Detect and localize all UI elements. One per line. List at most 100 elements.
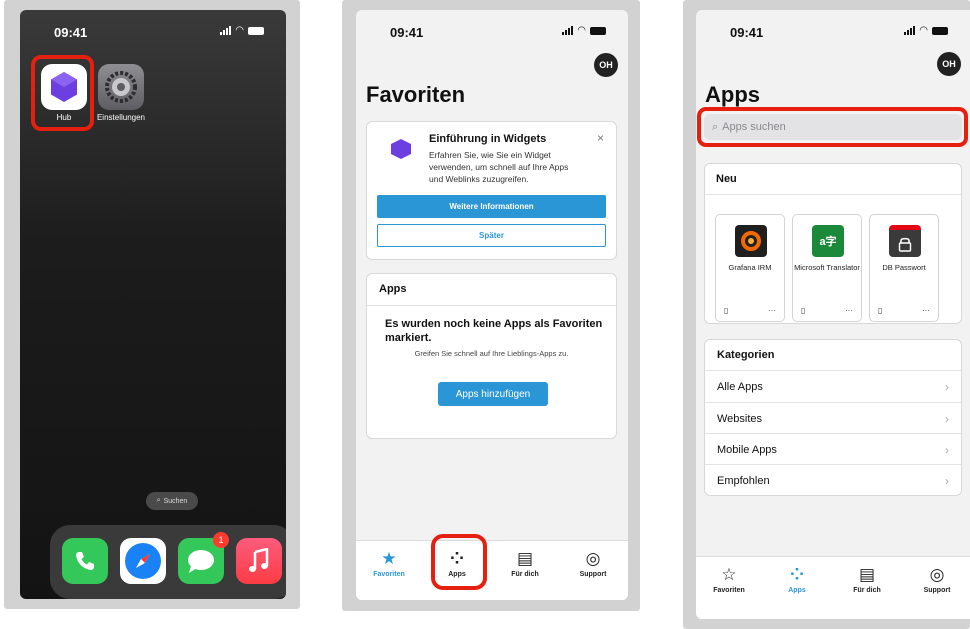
- phone-device-icon: ▯: [878, 306, 883, 315]
- tab-fuer-dich-label: Für dich: [511, 571, 539, 578]
- categories-card: Kategorien Alle Apps › Websites › Mobile A…: [704, 339, 962, 496]
- battery-icon: [248, 26, 264, 35]
- apps-screen: 09:41 ◠ OH Apps ⌕ Apps suchen Neu Grafan…: [696, 10, 970, 619]
- status-icons: ◠: [562, 25, 606, 36]
- tab-fuer-dich-label: Für dich: [853, 587, 881, 594]
- apps-card-header: Apps: [379, 283, 407, 295]
- signal-icon: [904, 26, 916, 35]
- status-bar: 09:41 ◠: [696, 10, 970, 44]
- tab-apps-label: Apps: [788, 587, 806, 594]
- tab-bar: ☆ Favoriten ⁘ Apps ▤ Für dich ◎ Support: [696, 556, 970, 619]
- lifebuoy-icon: ◎: [585, 549, 601, 568]
- wifi-icon: ◠: [577, 25, 586, 36]
- category-empfohlen[interactable]: Empfohlen ›: [705, 464, 961, 496]
- avatar[interactable]: OH: [937, 52, 961, 76]
- tab-favoriten[interactable]: ☆ Favoriten: [699, 565, 759, 594]
- category-label: Empfohlen: [717, 474, 770, 487]
- battery-icon: [590, 26, 606, 35]
- category-label: Alle Apps: [717, 380, 763, 393]
- music-note-icon: [249, 548, 269, 572]
- lock-icon: [889, 225, 921, 257]
- more-icon[interactable]: ···: [922, 306, 930, 315]
- app-card-label: Grafana IRM: [728, 263, 772, 272]
- category-websites[interactable]: Websites ›: [705, 402, 961, 434]
- tab-apps[interactable]: ⁘ Apps: [767, 565, 827, 594]
- status-time: 09:41: [54, 25, 88, 40]
- compass-icon: [125, 543, 161, 579]
- tab-fuer-dich[interactable]: ▤ Für dich: [837, 565, 897, 594]
- wifi-icon: ◠: [235, 25, 244, 36]
- settings-app-icon[interactable]: [98, 64, 144, 110]
- status-time: 09:41: [730, 25, 764, 40]
- add-apps-button[interactable]: Apps hinzufügen: [438, 382, 548, 406]
- music-app[interactable]: [236, 538, 282, 584]
- translator-icon: a字: [812, 225, 844, 257]
- tab-favoriten-label: Favoriten: [373, 571, 405, 578]
- tab-favoriten-label: Favoriten: [713, 587, 745, 594]
- messages-app[interactable]: 1: [178, 532, 229, 584]
- empty-state-body: Greifen Sie schnell auf Ihre Lieblings-A…: [414, 349, 569, 358]
- battery-icon: [932, 26, 948, 35]
- news-icon: ▤: [516, 549, 534, 568]
- tab-fuer-dich[interactable]: ▤ Für dich: [495, 549, 555, 578]
- tab-support-label: Support: [579, 571, 607, 578]
- widget-card-body: Erfahren Sie, wie Sie ein Widget verwend…: [429, 150, 569, 184]
- settings-app-label: Einstellungen: [96, 113, 146, 122]
- widget-card-title: Einführung in Widgets: [429, 133, 547, 145]
- chat-bubble-icon: [188, 550, 214, 573]
- more-icon[interactable]: ···: [768, 306, 776, 315]
- category-label: Websites: [717, 412, 763, 425]
- hub-hexagon-icon: [391, 139, 411, 159]
- category-label: Mobile Apps: [717, 443, 777, 456]
- category-alle-apps[interactable]: Alle Apps ›: [705, 370, 961, 402]
- signal-icon: [562, 26, 574, 35]
- grid-icon: ⁘: [789, 565, 805, 584]
- phone-app[interactable]: [62, 538, 108, 584]
- more-info-button[interactable]: Weitere Informationen: [377, 195, 606, 218]
- chevron-right-icon: ›: [945, 442, 949, 457]
- widget-intro-card: Einführung in Widgets × Erfahren Sie, wi…: [366, 121, 617, 260]
- phone-device-icon: ▯: [724, 306, 729, 315]
- signal-icon: [220, 26, 232, 35]
- chevron-right-icon: ›: [945, 411, 949, 426]
- chevron-right-icon: ›: [945, 473, 949, 488]
- star-icon: ★: [381, 549, 397, 568]
- magnifier-icon: ⌕: [156, 497, 161, 504]
- wifi-icon: ◠: [919, 25, 928, 36]
- grafana-icon: [735, 225, 767, 257]
- apps-favorites-card: Apps Es wurden noch keine Apps als Favor…: [366, 273, 617, 439]
- status-bar: 09:41 ◠: [356, 10, 628, 44]
- app-card-translator[interactable]: a字 Microsoft Translator ▯ ···: [792, 214, 862, 322]
- tab-favoriten[interactable]: ★ Favoriten: [359, 549, 419, 578]
- status-bar: 09:41 ◠: [20, 10, 286, 44]
- category-mobile-apps[interactable]: Mobile Apps ›: [705, 433, 961, 465]
- app-card-db-passwort[interactable]: DB Passwort ▯ ···: [869, 214, 939, 322]
- status-icons: ◠: [220, 25, 264, 36]
- status-icons: ◠: [904, 25, 948, 36]
- chevron-right-icon: ›: [945, 379, 949, 394]
- star-outline-icon: ☆: [721, 565, 737, 584]
- later-button[interactable]: Später: [377, 224, 606, 247]
- safari-app[interactable]: [120, 538, 166, 584]
- favorites-screen: 09:41 ◠ OH Favoriten Einführung in Widge…: [356, 10, 628, 600]
- categories-header: Kategorien: [717, 349, 775, 361]
- tab-support[interactable]: ◎ Support: [563, 549, 623, 578]
- page-title: Favoriten: [366, 82, 466, 107]
- tab-support[interactable]: ◎ Support: [907, 565, 967, 594]
- phone-icon: [76, 552, 94, 570]
- lifebuoy-icon: ◎: [929, 565, 945, 584]
- avatar[interactable]: OH: [594, 53, 618, 77]
- app-card-grafana[interactable]: Grafana IRM ▯ ···: [715, 214, 785, 322]
- empty-state-title: Es wurden noch keine Apps als Favoriten …: [385, 318, 603, 344]
- home-search-pill[interactable]: ⌕ Suchen: [146, 492, 198, 510]
- close-icon[interactable]: ×: [597, 131, 604, 145]
- tab-bar: ★ Favoriten ⁘ Apps ▤ Für dich ◎ Support: [356, 540, 628, 600]
- app-card-label: DB Passwort: [882, 263, 926, 272]
- hub-highlight: [31, 55, 94, 131]
- home-screen: 09:41 ◠ Hub Einstellungen ⌕ Suchen 1: [20, 10, 286, 599]
- app-card-label: Microsoft Translator: [794, 263, 860, 272]
- page-title: Apps: [705, 82, 760, 107]
- more-icon[interactable]: ···: [845, 306, 853, 315]
- search-highlight: [697, 107, 968, 147]
- apps-card-divider: [367, 305, 616, 306]
